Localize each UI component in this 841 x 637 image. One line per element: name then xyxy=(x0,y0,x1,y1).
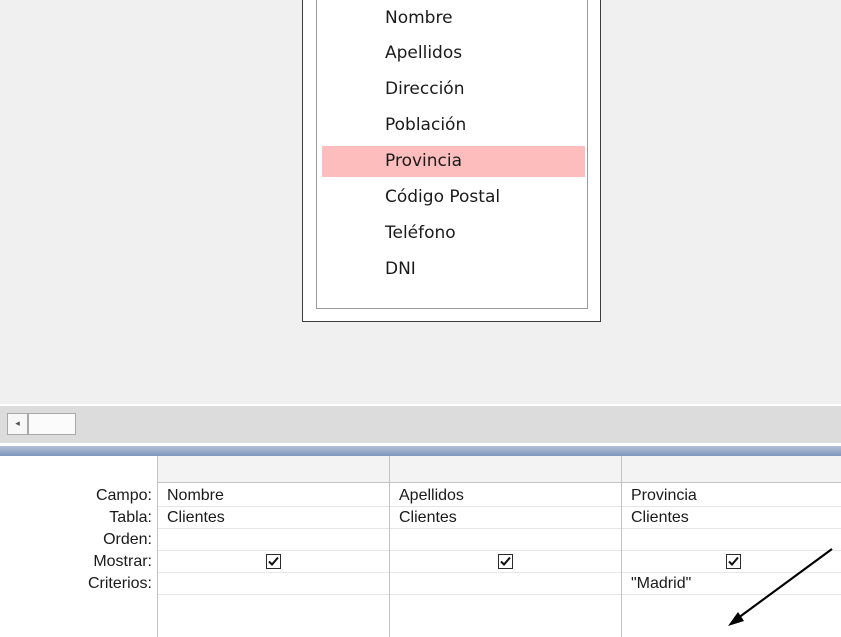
annotation-arrow-icon xyxy=(728,548,833,626)
